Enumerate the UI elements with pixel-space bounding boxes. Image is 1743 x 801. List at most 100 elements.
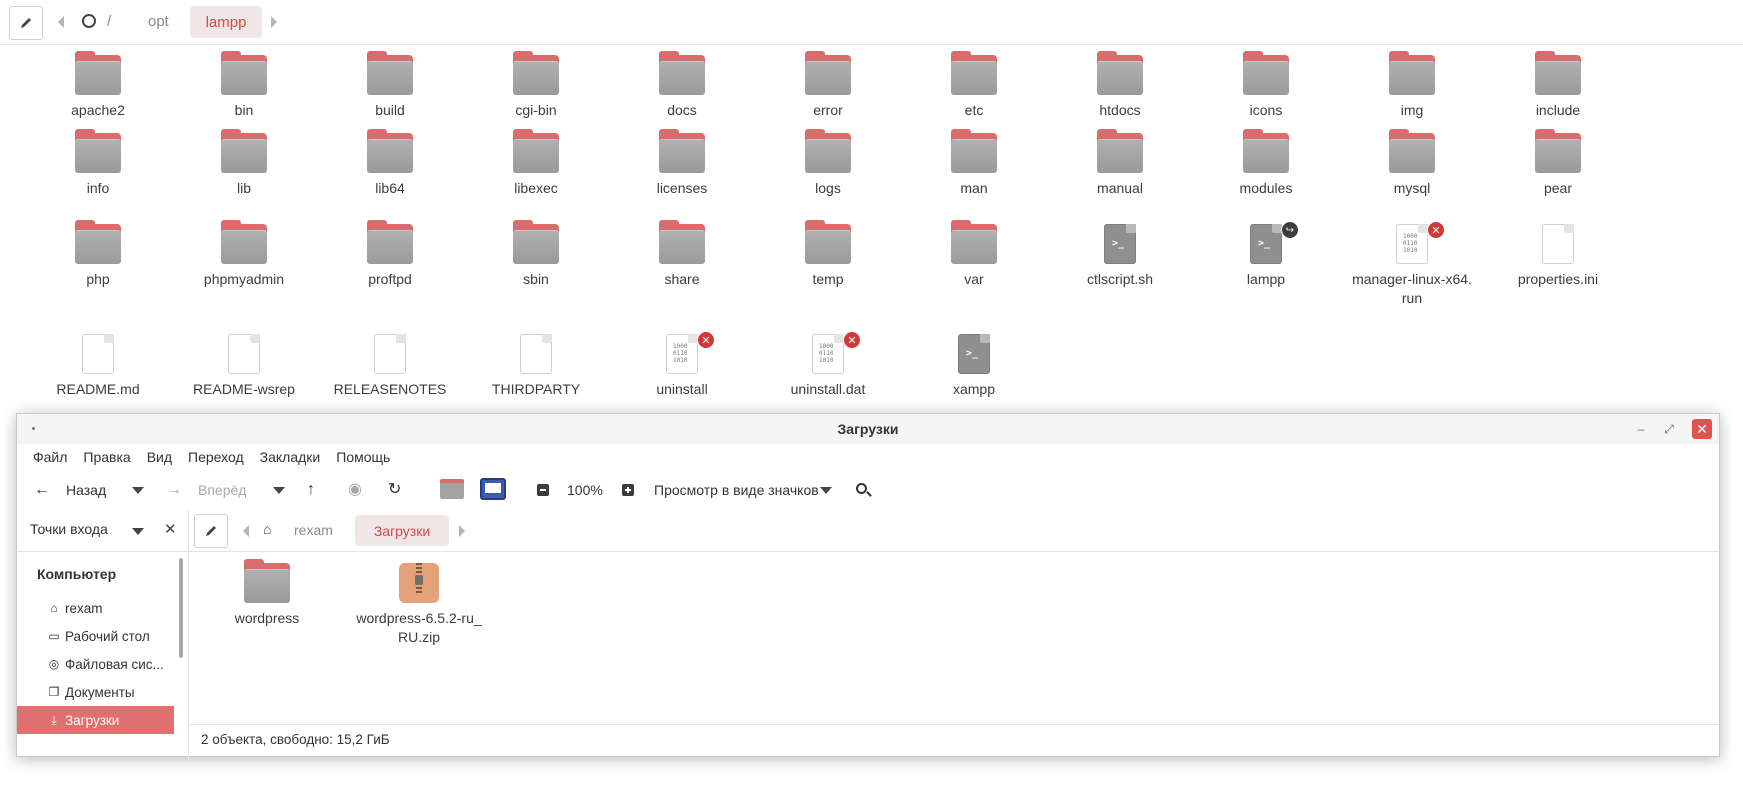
menu-edit[interactable]: Правка <box>75 444 138 470</box>
view-mode-dropdown[interactable] <box>820 487 832 494</box>
sidebar-item[interactable]: ❐ Документы <box>17 678 174 706</box>
folder-icon <box>1243 129 1289 173</box>
file-item[interactable]: licenses <box>607 129 757 198</box>
file-item-label: lib <box>236 180 251 196</box>
file-item-label: htdocs <box>1099 102 1141 118</box>
file-item[interactable]: RELEASENOTES <box>315 334 465 399</box>
file-item[interactable]: libexec <box>461 129 611 198</box>
path-right-arrow[interactable] <box>459 525 465 537</box>
sidebar-mode-select[interactable]: Точки входа <box>30 521 108 537</box>
script-icon: >_ <box>1104 224 1136 264</box>
file-item[interactable]: wordpress <box>197 559 337 628</box>
file-item[interactable]: logs <box>753 129 903 198</box>
file-item[interactable]: 1000 0110 1010 uninstall ✕ <box>607 331 757 399</box>
file-item[interactable]: docs <box>607 51 757 120</box>
menu-bookmarks[interactable]: Закладки <box>252 444 329 470</box>
view-mode-select[interactable]: Просмотр в виде значков <box>654 480 819 500</box>
file-item[interactable]: >_ lampp ↪ <box>1191 221 1341 289</box>
back-arrow-icon[interactable]: ← <box>34 480 50 500</box>
path-left-arrow[interactable] <box>58 16 64 28</box>
file-item[interactable]: icons <box>1191 51 1341 120</box>
stop-icon[interactable]: ◉ <box>348 480 362 500</box>
crumb-rexam[interactable]: rexam <box>294 522 333 538</box>
up-arrow-icon[interactable]: ↑ <box>307 480 315 500</box>
file-item[interactable]: htdocs <box>1045 51 1195 120</box>
file-item[interactable]: >_ ctlscript.sh <box>1045 224 1195 289</box>
back-history-dropdown[interactable] <box>132 487 144 494</box>
file-item[interactable]: lib <box>169 129 319 198</box>
file-item[interactable]: lib64 <box>315 129 465 198</box>
path-right-arrow[interactable] <box>271 16 277 28</box>
file-item[interactable]: build <box>315 51 465 120</box>
file-item[interactable]: manual <box>1045 129 1195 198</box>
file-item[interactable]: proftpd <box>315 220 465 289</box>
file-item[interactable]: THIRDPARTY <box>461 334 611 399</box>
crumb-root[interactable]: / <box>107 13 111 30</box>
menu-file[interactable]: Файл <box>25 444 75 470</box>
menu-view[interactable]: Вид <box>139 444 180 470</box>
search-icon[interactable] <box>856 483 872 497</box>
menu-go[interactable]: Переход <box>180 444 252 470</box>
titlebar[interactable]: Загрузки ‒ ⤢ ✕ <box>17 414 1719 444</box>
file-item[interactable]: temp <box>753 220 903 289</box>
minimize-button[interactable]: ‒ <box>1631 419 1651 439</box>
home-folder-icon[interactable] <box>440 479 464 499</box>
document-icon <box>520 334 552 374</box>
file-item[interactable]: etc <box>899 51 1049 120</box>
forward-button[interactable]: Вперёд <box>198 480 246 500</box>
file-item[interactable]: README.md <box>23 334 173 399</box>
file-item[interactable]: 1000 0110 1010 manager-linux-x64. run ✕ <box>1337 221 1487 308</box>
zoom-in-icon[interactable] <box>622 484 634 496</box>
file-item[interactable]: mysql <box>1337 129 1487 198</box>
edit-path-button[interactable] <box>9 6 43 40</box>
close-sidebar-icon[interactable]: ✕ <box>164 520 177 538</box>
crumb-downloads[interactable]: Загрузки <box>355 515 449 546</box>
sidebar-item[interactable]: ⤓ Загрузки <box>17 706 174 734</box>
menu-help[interactable]: Помощь <box>328 444 398 470</box>
zoom-out-icon[interactable] <box>537 484 549 496</box>
computer-icon[interactable] <box>480 478 506 500</box>
home-icon[interactable]: ⌂ <box>263 521 271 537</box>
file-item[interactable]: img <box>1337 51 1487 120</box>
sidebar-scrollbar[interactable] <box>179 558 183 658</box>
file-item[interactable]: wordpress-6.5.2-ru_ RU.zip <box>349 563 489 647</box>
close-button[interactable]: ✕ <box>1692 419 1712 439</box>
file-item[interactable]: phpmyadmin <box>169 220 319 289</box>
file-item[interactable]: sbin <box>461 220 611 289</box>
file-item[interactable]: man <box>899 129 1049 198</box>
file-item[interactable]: pear <box>1483 129 1633 198</box>
file-item[interactable]: error <box>753 51 903 120</box>
file-item[interactable]: apache2 <box>23 51 173 120</box>
sidebar-item[interactable]: ◎ Файловая сис... <box>17 650 174 678</box>
sidebar-mode-dropdown[interactable] <box>132 528 144 535</box>
file-item[interactable]: properties.ini <box>1483 224 1633 289</box>
folder-icon <box>367 51 413 95</box>
file-item[interactable]: info <box>23 129 173 198</box>
folder-icon <box>951 220 997 264</box>
crumb-opt[interactable]: opt <box>148 13 169 30</box>
edit-location-button[interactable] <box>194 514 228 548</box>
file-item[interactable]: share <box>607 220 757 289</box>
forward-history-dropdown[interactable] <box>273 487 285 494</box>
reload-icon[interactable]: ↻ <box>388 480 401 500</box>
file-item[interactable]: README-wsrep <box>169 334 319 399</box>
sidebar-item[interactable]: ▭ Рабочий стол <box>17 622 174 650</box>
file-item-label: lampp <box>1246 271 1286 287</box>
path-left-arrow[interactable] <box>243 525 249 537</box>
statusbar: 2 объекта, свободно: 15,2 ГиБ <box>189 724 1719 756</box>
back-button[interactable]: Назад <box>66 480 106 500</box>
file-item[interactable]: cgi-bin <box>461 51 611 120</box>
file-item[interactable]: bin <box>169 51 319 120</box>
file-item[interactable]: var <box>899 220 1049 289</box>
maximize-button[interactable]: ⤢ <box>1659 419 1679 439</box>
sidebar-item[interactable]: ⌂ rexam <box>17 594 174 622</box>
file-item[interactable]: 1000 0110 1010 uninstall.dat ✕ <box>753 331 903 399</box>
filesystem-icon[interactable] <box>82 14 96 28</box>
file-item[interactable]: include <box>1483 51 1633 120</box>
file-item[interactable]: >_ xampp <box>899 334 1049 399</box>
forward-arrow-icon[interactable]: → <box>166 480 182 500</box>
folder-icon <box>75 220 121 264</box>
file-item[interactable]: modules <box>1191 129 1341 198</box>
crumb-lampp[interactable]: lampp <box>190 6 262 38</box>
file-item[interactable]: php <box>23 220 173 289</box>
